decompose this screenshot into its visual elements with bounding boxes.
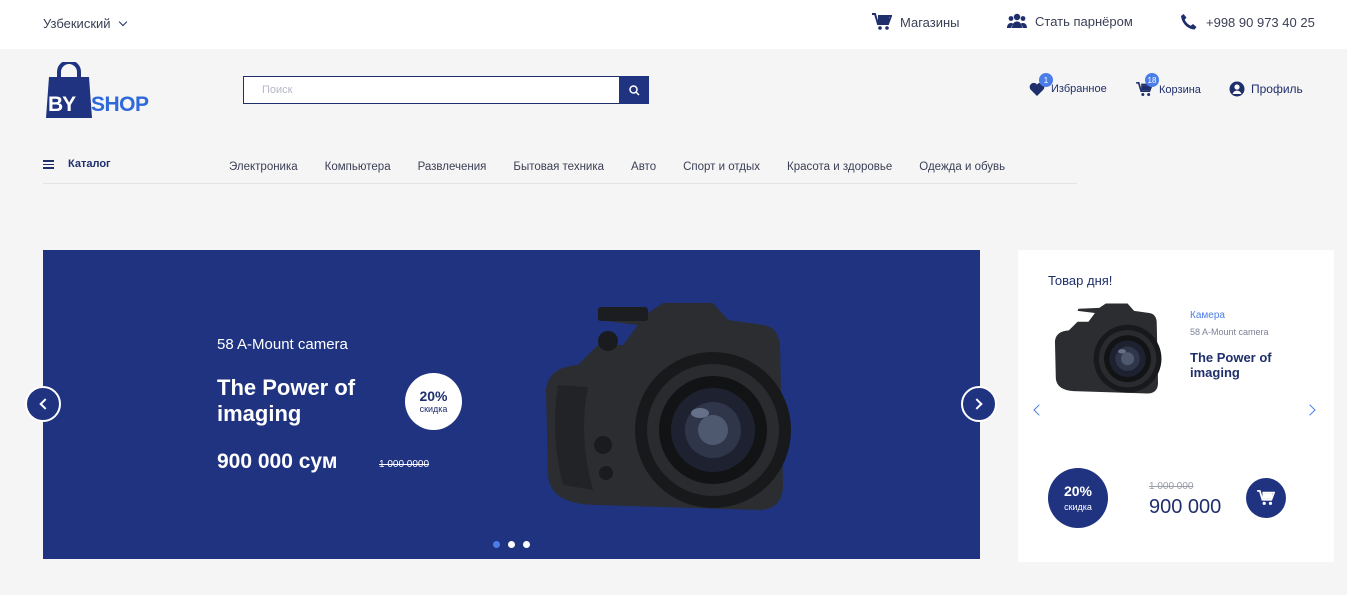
banner-price: 900 000 сум — [217, 450, 338, 473]
banner-subtitle: 58 A-Mount camera — [217, 336, 348, 353]
language-label: Узбекиский — [43, 16, 111, 31]
search-bar — [243, 76, 649, 104]
logo[interactable]: BY SHOP — [44, 62, 168, 118]
add-to-cart-button[interactable] — [1246, 478, 1286, 518]
partner-label: Стать парнёром — [1035, 13, 1133, 29]
deal-product-name[interactable]: The Power of imaging — [1190, 350, 1290, 380]
user-icon — [1229, 81, 1245, 97]
banner-discount-percent: 20% — [419, 388, 448, 404]
carousel-dot-3[interactable] — [523, 541, 530, 548]
cart-icon — [872, 13, 892, 30]
cart-link[interactable]: 18 Корзина — [1136, 73, 1201, 97]
cart-count-badge: 18 — [1145, 73, 1159, 87]
partner-link[interactable]: Стать парнёром — [1007, 13, 1133, 29]
nav-item-electronics[interactable]: Электроника — [229, 161, 298, 173]
carousel-dot-2[interactable] — [508, 541, 515, 548]
banner-discount-label: скидка — [419, 404, 448, 414]
logo-by: BY — [48, 93, 76, 116]
banner-next-button[interactable] — [961, 386, 997, 422]
search-icon — [628, 84, 640, 96]
nav-item-appliances[interactable]: Бытовая техника — [513, 161, 604, 173]
profile-link[interactable]: Профиль — [1229, 81, 1303, 97]
profile-label: Профиль — [1251, 82, 1303, 96]
top-bar: Узбекиский Магазины Стать парнёром +998 … — [0, 0, 1347, 49]
favorites-label: Избранное — [1051, 83, 1107, 95]
favorites-link[interactable]: 1 Избранное — [1029, 73, 1107, 96]
nav-item-beauty[interactable]: Красота и здоровье — [787, 161, 892, 173]
deal-title: Товар дня! — [1048, 273, 1113, 288]
nav-item-entertainment[interactable]: Развлечения — [418, 161, 487, 173]
chevron-right-icon — [1304, 404, 1316, 416]
favorites-count-badge: 1 — [1039, 73, 1053, 87]
deal-discount-badge: 20% скидка — [1048, 468, 1108, 528]
cart-label: Корзина — [1159, 83, 1201, 96]
deal-next-button[interactable] — [1304, 404, 1316, 416]
deal-of-day-card: Товар дня! Камера 58 A-Mount camera The … — [1018, 250, 1334, 562]
banner-old-price: 1 000 0000 — [379, 459, 430, 470]
deal-category[interactable]: Камера — [1190, 310, 1225, 321]
phone-link[interactable]: +998 90 973 40 25 — [1180, 13, 1315, 31]
chevron-down-icon — [118, 17, 127, 26]
nav-item-clothing[interactable]: Одежда и обувь — [919, 161, 1005, 173]
carousel-dots — [493, 541, 530, 548]
nav-item-computers[interactable]: Компьютера — [325, 161, 391, 173]
chevron-right-icon — [971, 398, 983, 410]
chevron-left-icon — [1033, 404, 1045, 416]
camera-image — [1054, 303, 1162, 394]
banner-prev-button[interactable] — [25, 386, 61, 422]
search-input[interactable] — [243, 76, 619, 104]
search-button[interactable] — [619, 76, 649, 104]
nav-item-auto[interactable]: Авто — [631, 161, 656, 173]
phone-number: +998 90 973 40 25 — [1206, 14, 1315, 30]
carousel-dot-1[interactable] — [493, 541, 500, 548]
catalog-label: Каталог — [68, 158, 111, 171]
deal-prev-button[interactable] — [1033, 404, 1045, 416]
deal-discount-percent: 20% — [1063, 483, 1093, 499]
category-nav: Электроника Компьютера Развлечения Бытов… — [229, 161, 1005, 173]
banner-discount-badge: 20% скидка — [405, 373, 462, 430]
deal-price: 900 000 — [1149, 496, 1222, 518]
phone-icon — [1181, 14, 1197, 30]
nav-item-sport[interactable]: Спорт и отдых — [683, 161, 760, 173]
cart-icon — [1257, 490, 1275, 505]
deal-model: 58 A-Mount camera — [1190, 327, 1269, 337]
camera-image — [546, 303, 791, 510]
deal-discount-label: скидка — [1064, 502, 1092, 512]
chevron-left-icon — [39, 398, 51, 410]
stores-link[interactable]: Магазины — [872, 13, 960, 31]
hero-banner: 58 A-Mount camera The Power of imaging 2… — [43, 250, 980, 559]
banner-title: The Power of imaging — [217, 375, 356, 426]
deal-old-price: 1 000 000 — [1149, 481, 1194, 492]
users-icon — [1007, 13, 1027, 28]
stores-label: Магазины — [900, 14, 960, 30]
catalog-button[interactable]: Каталог — [43, 158, 111, 171]
logo-shop: SHOP — [91, 93, 149, 116]
menu-icon — [43, 158, 54, 171]
language-selector[interactable]: Узбекиский — [43, 16, 127, 31]
nav-divider — [43, 183, 1077, 184]
